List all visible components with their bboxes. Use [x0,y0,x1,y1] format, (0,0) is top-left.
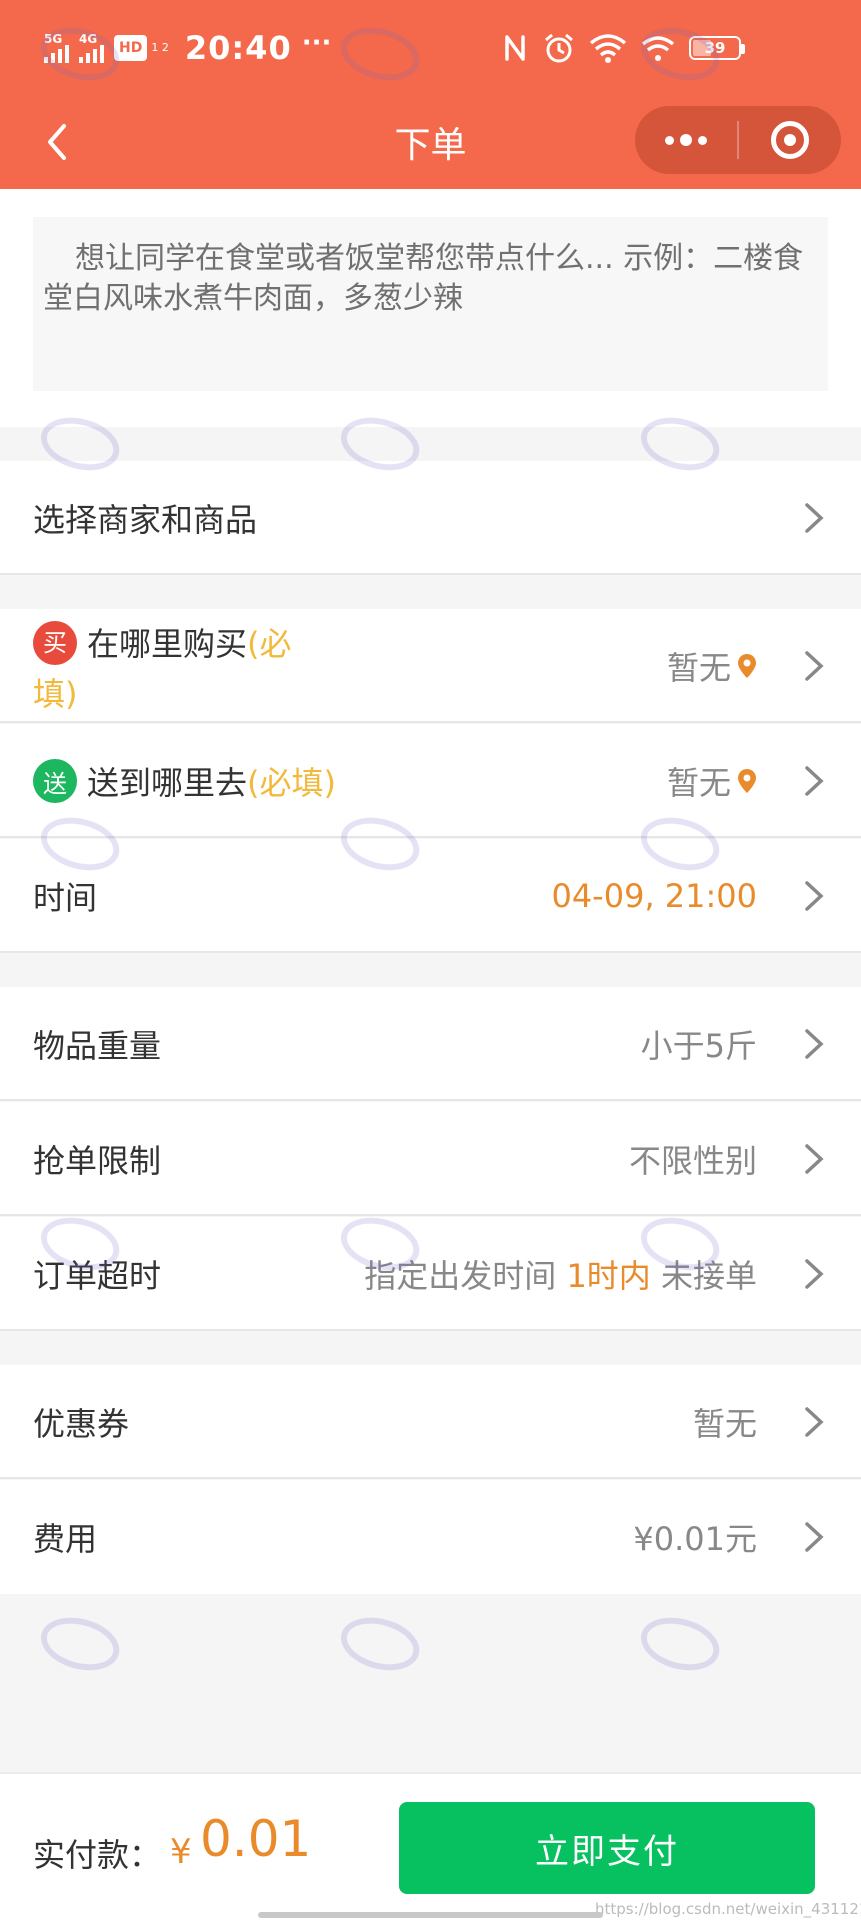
row-label: 订单超时 [33,1257,162,1295]
timeout-highlight: 1时内 [566,1257,651,1295]
close-mini-program-button[interactable] [739,106,841,174]
row-value: 暂无 [666,649,731,687]
timeout-suffix: 未接单 [660,1257,757,1295]
bottom-pay-bar: 实付款： ¥ 0.01 立即支付 https://blog.csdn.net/w… [0,1772,861,1920]
row-select-merchant[interactable]: 选择商家和商品 [0,461,861,575]
timeout-prefix: 指定出发时间 [364,1257,557,1295]
row-label: 优惠券 [33,1405,130,1443]
row-time[interactable]: 时间 04-09, 21:00 [0,839,861,953]
wifi-2-icon [641,36,675,61]
row-value: 暂无 [692,1405,757,1443]
home-indicator[interactable] [258,1912,603,1918]
hd-voice-icon: HD [114,35,148,61]
deliver-badge: 送 [33,759,77,803]
nav-bar: 下单 [0,96,861,189]
row-value: ¥0.01元 [633,1520,757,1558]
signal-5g-icon: 5G [44,33,69,63]
header: 5G 4G HD 1 2 20:40 ··· 39 下单 [0,0,861,189]
note-card: 想让同学在食堂或者饭堂帮您带点什么... 示例：二楼食堂白风味水煮牛肉面，多葱少… [0,189,861,427]
pay-label: 实付款： [33,1836,162,1874]
battery-icon: 39 [689,36,745,60]
row-label-group: 送送到哪里去 (必填) [33,724,336,838]
chevron-right-icon [805,766,824,796]
row-grab-limit[interactable]: 抢单限制 不限性别 [0,1102,861,1216]
more-options-button[interactable] [635,106,737,174]
status-time: 20:40 [184,29,292,67]
pay-now-button[interactable]: 立即支付 [399,1802,815,1894]
row-value-group: 指定出发时间 1时内 未接单 [364,1217,757,1331]
chevron-right-icon [805,1407,824,1437]
chevron-right-icon [805,651,824,681]
status-more-icon: ··· [301,28,332,58]
row-fee[interactable]: 费用 ¥0.01元 [0,1480,861,1594]
alarm-icon [545,33,573,63]
location-pin-icon [738,769,756,793]
watermark-logo [335,1609,433,1680]
watermark-url: https://blog.csdn.net/weixin_43112132 [595,1900,861,1918]
nfc-icon [505,35,525,61]
row-order-timeout[interactable]: 订单超时 指定出发时间 1时内 未接单 [0,1217,861,1331]
row-label: 送到哪里去 [87,764,248,802]
pay-amount: 0.01 [200,1810,312,1868]
row-label: 在哪里购买 [87,625,248,663]
row-value-group: 暂无 [667,724,757,838]
row-deliver-location[interactable]: 送送到哪里去 (必填) 暂无 [0,724,861,838]
chevron-right-icon [805,881,824,911]
row-label: 选择商家和商品 [33,501,258,539]
pay-currency: ¥ [170,1832,192,1872]
row-label: 时间 [33,879,98,917]
row-label: 抢单限制 [33,1142,162,1180]
row-coupon[interactable]: 优惠券 暂无 [0,1365,861,1479]
location-pin-icon [738,654,756,678]
hd-sub-label: 1 2 [151,41,169,54]
chevron-right-icon [805,1029,824,1059]
chevron-right-icon [805,1144,824,1174]
buy-badge: 买 [33,621,77,665]
row-value: 暂无 [666,764,731,802]
status-bar: 5G 4G HD 1 2 20:40 ··· 39 [0,0,861,96]
battery-level: 39 [704,39,726,57]
row-value: 小于5斤 [640,1027,757,1065]
chevron-right-icon [805,1259,824,1289]
required-tag: (必填) [247,764,336,802]
row-weight[interactable]: 物品重量 小于5斤 [0,987,861,1101]
target-icon [771,121,809,159]
row-value: 04-09, 21:00 [551,877,757,915]
chevron-right-icon [805,1522,824,1552]
order-note-textarea[interactable]: 想让同学在食堂或者饭堂帮您带点什么... 示例：二楼食堂白风味水煮牛肉面，多葱少… [33,217,828,391]
row-label: 物品重量 [33,1027,162,1065]
signal-4g-icon: 4G [79,33,104,63]
wifi-icon [589,34,627,63]
row-label-group: 买在哪里购买(必填) [33,619,333,719]
row-label: 费用 [33,1520,98,1558]
chevron-right-icon [805,503,824,533]
mini-program-capsule [635,106,841,174]
row-value: 不限性别 [628,1142,757,1180]
row-buy-location[interactable]: 买在哪里购买(必填) 暂无 [0,609,861,723]
row-value-group: 暂无 [667,609,757,723]
watermark-logo [35,1609,133,1680]
watermark-logo [635,1609,733,1680]
